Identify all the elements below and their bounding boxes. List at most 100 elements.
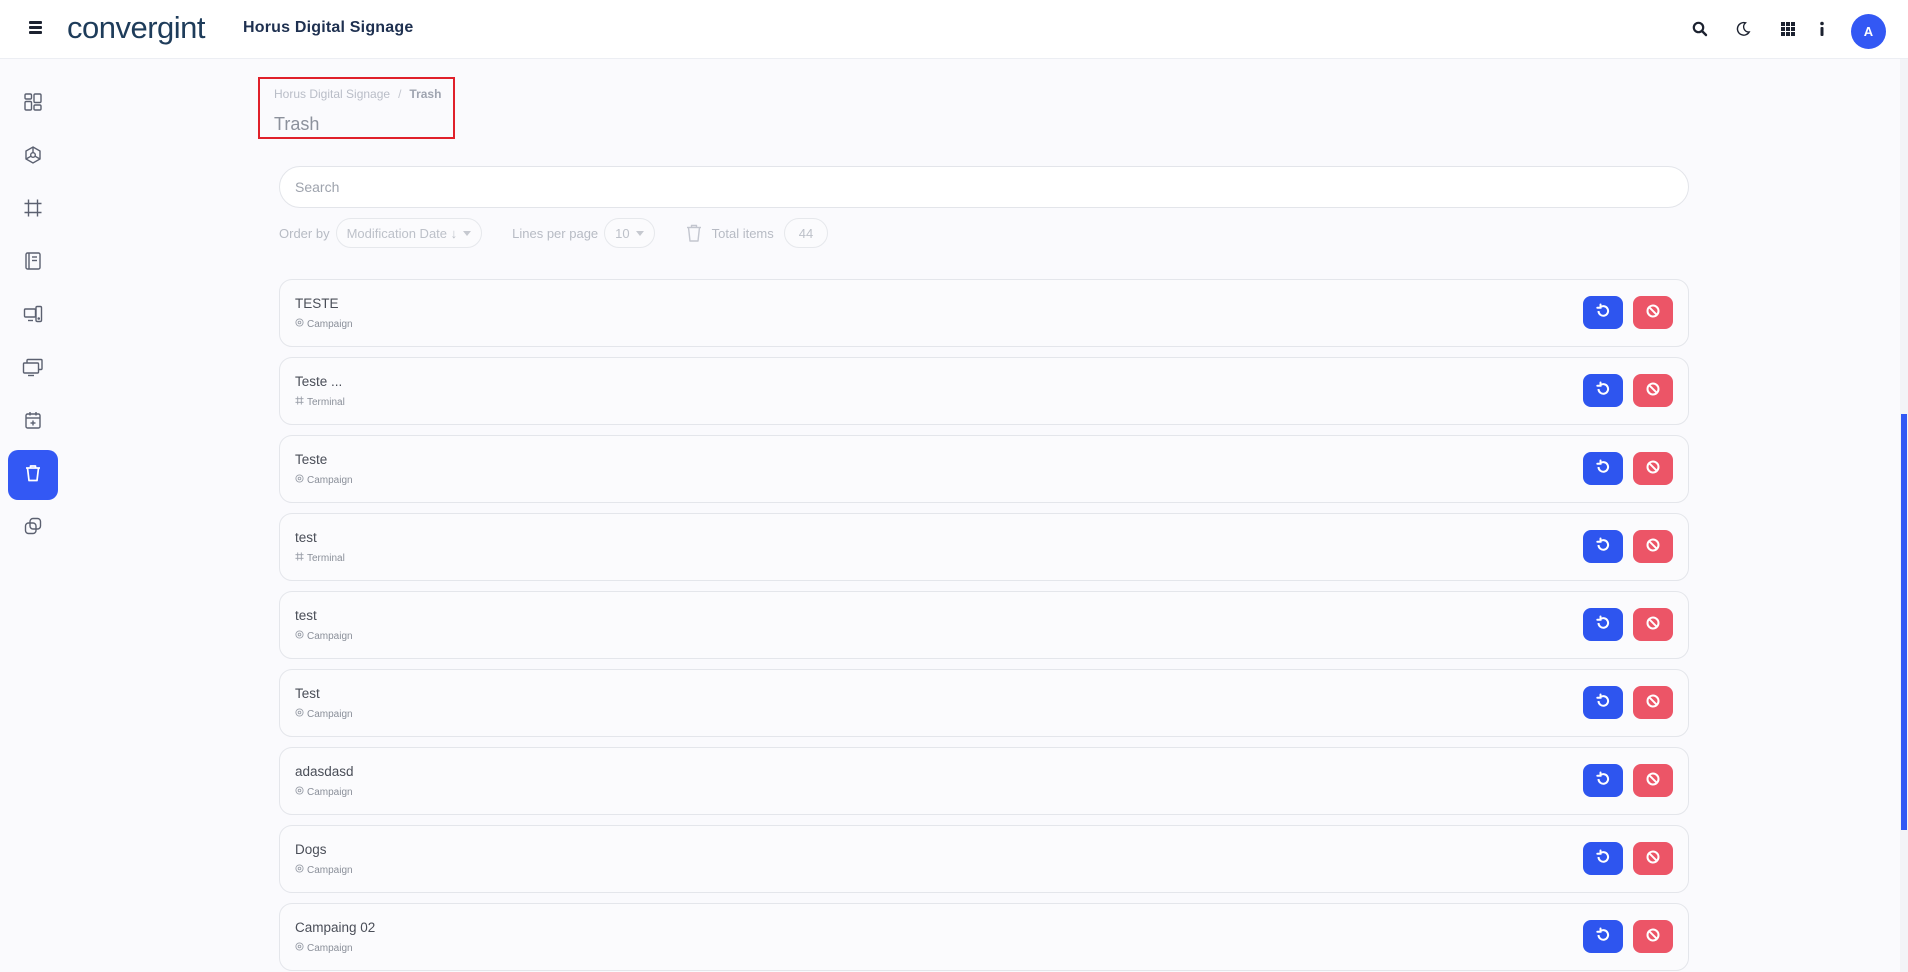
restore-icon bbox=[1595, 615, 1611, 634]
block-icon bbox=[1645, 537, 1661, 556]
item-type: Campaign bbox=[295, 786, 353, 798]
list-item: adasdasd Campaign bbox=[279, 747, 1689, 815]
moon-icon[interactable] bbox=[1732, 18, 1754, 40]
apps-grid-icon[interactable] bbox=[1777, 18, 1799, 40]
delete-permanently-button[interactable] bbox=[1633, 764, 1673, 797]
restore-icon bbox=[1595, 381, 1611, 400]
breadcrumb: Horus Digital Signage / Trash bbox=[274, 87, 441, 101]
search-icon[interactable] bbox=[1689, 18, 1711, 40]
search-input[interactable] bbox=[279, 166, 1689, 208]
restore-button[interactable] bbox=[1583, 608, 1623, 641]
campaign-icon bbox=[295, 942, 304, 954]
block-icon bbox=[1645, 771, 1661, 790]
list-item: Campaing 02 Campaign bbox=[279, 903, 1689, 971]
restore-button[interactable] bbox=[1583, 530, 1623, 563]
item-title: Teste ... bbox=[295, 374, 343, 389]
lines-per-page-label: Lines per page bbox=[512, 225, 599, 241]
sidebar-item-frames[interactable] bbox=[8, 185, 58, 235]
restore-button[interactable] bbox=[1583, 842, 1623, 875]
delete-permanently-button[interactable] bbox=[1633, 920, 1673, 953]
frame-icon bbox=[23, 198, 43, 223]
restore-icon bbox=[1595, 459, 1611, 478]
restore-icon bbox=[1595, 927, 1611, 946]
list-item: Dogs Campaign bbox=[279, 825, 1689, 893]
breadcrumb-root[interactable]: Horus Digital Signage bbox=[274, 87, 390, 101]
block-icon bbox=[1645, 927, 1661, 946]
block-icon bbox=[1645, 381, 1661, 400]
list-item: test Terminal bbox=[279, 513, 1689, 581]
campaign-icon bbox=[295, 864, 304, 876]
list-item: Teste ... Terminal bbox=[279, 357, 1689, 425]
sidebar-item-campaigns[interactable] bbox=[8, 132, 58, 182]
restore-icon bbox=[1595, 849, 1611, 868]
delete-permanently-button[interactable] bbox=[1633, 608, 1673, 641]
delete-permanently-button[interactable] bbox=[1633, 296, 1673, 329]
delete-permanently-button[interactable] bbox=[1633, 842, 1673, 875]
delete-permanently-button[interactable] bbox=[1633, 686, 1673, 719]
item-type-label: Terminal bbox=[307, 396, 345, 408]
item-type: Campaign bbox=[295, 942, 353, 954]
total-items-badge: 44 bbox=[783, 218, 829, 248]
sidebar-item-content[interactable] bbox=[8, 238, 58, 288]
restore-button[interactable] bbox=[1583, 296, 1623, 329]
restore-button[interactable] bbox=[1583, 764, 1623, 797]
item-title: test bbox=[295, 608, 317, 623]
item-type: Campaign bbox=[295, 630, 353, 642]
order-by-label: Order by bbox=[279, 225, 330, 241]
lines-per-page-select[interactable]: 10 bbox=[604, 218, 655, 248]
item-type: Terminal bbox=[295, 396, 345, 408]
sidebar-item-screens[interactable] bbox=[8, 344, 58, 394]
campaign-icon bbox=[295, 474, 304, 486]
filter-bar: Order by Modification Date ↓ Lines per p… bbox=[279, 218, 829, 248]
scrollbar-thumb[interactable] bbox=[1901, 414, 1907, 830]
restore-button[interactable] bbox=[1583, 920, 1623, 953]
breadcrumb-current: Trash bbox=[409, 87, 442, 101]
app-title: Horus Digital Signage bbox=[243, 19, 414, 36]
screens-icon bbox=[22, 357, 44, 382]
trash-icon bbox=[23, 463, 43, 488]
top-bar: convergint Horus Digital Signage A bbox=[0, 0, 1908, 59]
list-item: Teste Campaign bbox=[279, 435, 1689, 503]
chevron-down-icon bbox=[635, 230, 644, 236]
sidebar-item-trash[interactable] bbox=[8, 450, 58, 500]
list-item: Test Campaign bbox=[279, 669, 1689, 737]
sidebar-item-dashboard[interactable] bbox=[8, 79, 58, 129]
item-type-label: Campaign bbox=[307, 474, 353, 486]
delete-permanently-button[interactable] bbox=[1633, 374, 1673, 407]
restore-button[interactable] bbox=[1583, 686, 1623, 719]
item-type: Campaign bbox=[295, 864, 353, 876]
item-type-label: Terminal bbox=[307, 552, 345, 564]
block-icon bbox=[1645, 303, 1661, 322]
dashboard-icon bbox=[23, 92, 43, 117]
restore-button[interactable] bbox=[1583, 374, 1623, 407]
sidebar-item-devices[interactable] bbox=[8, 291, 58, 341]
item-type-label: Campaign bbox=[307, 708, 353, 720]
item-type-label: Campaign bbox=[307, 942, 353, 954]
brand-logo[interactable]: convergint bbox=[67, 10, 206, 46]
sidebar-item-schedule[interactable] bbox=[8, 397, 58, 447]
item-type-label: Campaign bbox=[307, 864, 353, 876]
item-title: Campaing 02 bbox=[295, 920, 376, 935]
campaign-icon bbox=[295, 318, 304, 330]
delete-permanently-button[interactable] bbox=[1633, 452, 1673, 485]
brand-name: convergint bbox=[67, 10, 206, 45]
sidebar-item-copies[interactable] bbox=[8, 503, 58, 553]
order-by-value: Modification Date ↓ bbox=[346, 225, 458, 241]
total-items-value: 44 bbox=[798, 225, 814, 241]
chevron-down-icon bbox=[463, 230, 472, 236]
block-icon bbox=[1645, 849, 1661, 868]
sidebar bbox=[0, 59, 68, 972]
frame-icon bbox=[295, 552, 304, 564]
campaign-icon bbox=[295, 630, 304, 642]
menu-icon[interactable] bbox=[26, 19, 46, 39]
item-type: Terminal bbox=[295, 552, 345, 564]
delete-permanently-button[interactable] bbox=[1633, 530, 1673, 563]
list-item: test Campaign bbox=[279, 591, 1689, 659]
item-title: Teste bbox=[295, 452, 328, 467]
order-by-select[interactable]: Modification Date ↓ bbox=[335, 218, 483, 248]
avatar[interactable]: A bbox=[1851, 14, 1886, 49]
restore-button[interactable] bbox=[1583, 452, 1623, 485]
info-icon[interactable] bbox=[1811, 18, 1833, 40]
total-items-label: Total items bbox=[711, 225, 774, 241]
block-icon bbox=[1645, 693, 1661, 712]
